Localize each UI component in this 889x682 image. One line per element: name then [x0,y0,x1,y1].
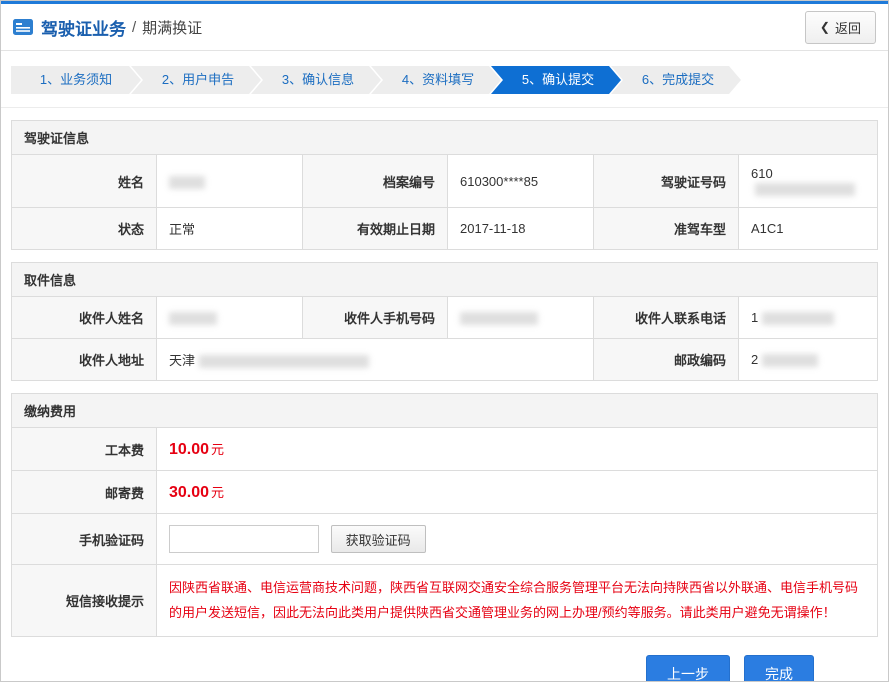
page-subtitle: 期满换证 [142,17,202,38]
fee-unit: 元 [211,442,224,457]
mail-fee-amount: 30.00 [169,484,209,501]
page: 驾驶证业务 / 期满换证 ❮ 返回 1、业务须知 2、用户申告 3、确认信息 4… [0,0,889,682]
production-fee-amount: 10.00 [169,441,209,458]
table-row: 收件人姓名 收件人手机号码 收件人联系电话 1 [12,297,878,339]
footer-actions: 上一步 完成 [11,649,878,682]
fee-unit: 元 [211,485,224,500]
redacted-value [169,176,205,189]
back-arrow-icon: ❮ [820,20,830,34]
sms-notice-cell: 因陕西省联通、电信运营商技术问题，陕西省互联网交通安全综合服务管理平台无法向持陕… [157,565,878,637]
redacted-value [199,355,369,368]
recipient-address-prefix: 天津 [169,353,195,368]
table-row: 收件人地址 天津 邮政编码 2 [12,339,878,381]
production-fee-label: 工本费 [12,428,157,471]
back-button[interactable]: ❮ 返回 [805,11,876,44]
pickup-section-title: 取件信息 [12,263,878,297]
sms-notice-label: 短信接收提示 [12,565,157,637]
pickup-info-table: 取件信息 收件人姓名 收件人手机号码 收件人联系电话 1 收件人地址 天津 邮政… [11,262,878,381]
recipient-mobile-value [448,297,594,339]
captcha-input[interactable] [169,525,319,553]
page-title: 驾驶证业务 [41,15,126,40]
redacted-value [169,312,217,325]
header: 驾驶证业务 / 期满换证 ❮ 返回 [1,4,888,51]
table-row: 状态 正常 有效期止日期 2017-11-18 准驾车型 A1C1 [12,208,878,250]
fee-table: 缴纳费用 工本费 10.00元 邮寄费 30.00元 手机验证码 获取验证码 短… [11,393,878,637]
wizard-steps: 1、业务须知 2、用户申告 3、确认信息 4、资料填写 5、确认提交 6、完成提… [1,51,888,108]
redacted-value [762,312,834,325]
recipient-phone-value: 1 [739,297,878,339]
table-row: 工本费 10.00元 [12,428,878,471]
title-separator: / [132,19,136,36]
redacted-value [762,354,818,367]
status-value: 正常 [157,208,303,250]
finish-button[interactable]: 完成 [744,655,814,682]
table-row: 手机验证码 获取验证码 [12,514,878,565]
step-5-confirm-submit: 5、确认提交 [491,66,621,94]
recipient-phone-prefix: 1 [751,310,758,325]
license-section-title: 驾驶证信息 [12,121,878,155]
captcha-label: 手机验证码 [12,514,157,565]
recipient-address-value: 天津 [157,339,594,381]
recipient-address-label: 收件人地址 [12,339,157,381]
postcode-value: 2 [739,339,878,381]
expiry-date-value: 2017-11-18 [448,208,594,250]
license-number-label: 驾驶证号码 [594,155,739,208]
license-number-prefix: 610 [751,166,773,181]
mail-fee-label: 邮寄费 [12,471,157,514]
recipient-name-value [157,297,303,339]
id-card-icon [13,19,33,35]
step-3-confirm-info: 3、确认信息 [251,66,381,94]
recipient-name-label: 收件人姓名 [12,297,157,339]
vehicle-class-value: A1C1 [739,208,878,250]
license-number-value: 610 [739,155,878,208]
recipient-phone-label: 收件人联系电话 [594,297,739,339]
file-number-value: 610300****85 [448,155,594,208]
name-label: 姓名 [12,155,157,208]
license-info-table: 驾驶证信息 姓名 档案编号 610300****85 驾驶证号码 610 状态 … [11,120,878,250]
get-captcha-button[interactable]: 获取验证码 [331,525,426,553]
postcode-label: 邮政编码 [594,339,739,381]
previous-step-button[interactable]: 上一步 [646,655,730,682]
step-1-business-notice: 1、业务须知 [11,66,141,94]
step-2-user-declaration: 2、用户申告 [131,66,261,94]
content: 驾驶证信息 姓名 档案编号 610300****85 驾驶证号码 610 状态 … [1,108,888,682]
fee-section-title: 缴纳费用 [12,394,878,428]
expiry-date-label: 有效期止日期 [303,208,448,250]
step-6-complete-submit: 6、完成提交 [611,66,741,94]
step-4-fill-info: 4、资料填写 [371,66,501,94]
production-fee-value: 10.00元 [157,428,878,471]
back-button-label: 返回 [835,18,861,37]
sms-notice-text: 因陕西省联通、电信运营商技术问题，陕西省互联网交通安全综合服务管理平台无法向持陕… [169,576,865,625]
table-row: 短信接收提示 因陕西省联通、电信运营商技术问题，陕西省互联网交通安全综合服务管理… [12,565,878,637]
redacted-value [460,312,538,325]
table-row: 邮寄费 30.00元 [12,471,878,514]
name-value [157,155,303,208]
mail-fee-value: 30.00元 [157,471,878,514]
postcode-prefix: 2 [751,352,758,367]
status-label: 状态 [12,208,157,250]
captcha-cell: 获取验证码 [157,514,878,565]
file-number-label: 档案编号 [303,155,448,208]
table-row: 姓名 档案编号 610300****85 驾驶证号码 610 [12,155,878,208]
recipient-mobile-label: 收件人手机号码 [303,297,448,339]
vehicle-class-label: 准驾车型 [594,208,739,250]
redacted-value [755,183,855,196]
